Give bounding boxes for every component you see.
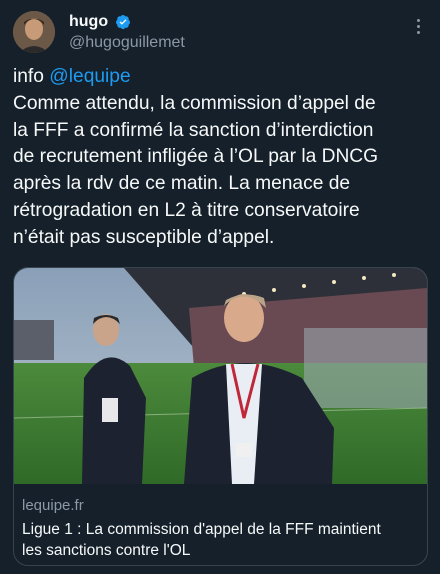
- link-title[interactable]: Ligue 1 : La commission d'appel de la FF…: [22, 519, 422, 561]
- link-title-line: les sanctions contre l'OL: [22, 542, 191, 559]
- more-options-icon[interactable]: [415, 19, 421, 37]
- link-preview-card[interactable]: lequipe.fr Ligue 1 : La commission d'app…: [13, 267, 428, 566]
- link-title-line: Ligue 1 : La commission d'appel de la FF…: [22, 521, 381, 538]
- link-domain[interactable]: lequipe.fr: [22, 497, 84, 514]
- tweet-line: n’était pas susceptible d’appel.: [13, 226, 275, 248]
- tweet-text: info @lequipe Comme attendu, la commissi…: [13, 64, 433, 252]
- user-avatar-icon: [13, 11, 55, 53]
- tweet-header: hugo @hugoguillemet: [13, 11, 427, 57]
- tweet-line: après la rdv de ce matin. La menace de: [13, 173, 351, 195]
- tweet-line: de recrutement infligée à l’OL par la DN…: [13, 146, 379, 168]
- mention-link[interactable]: @lequipe: [49, 66, 130, 87]
- avatar[interactable]: [13, 11, 55, 53]
- display-name[interactable]: hugo: [69, 13, 108, 31]
- tweet-line: Comme attendu, la commission d’appel de: [13, 92, 376, 114]
- tweet-line: rétrogradation en L2 à titre conservatoi…: [13, 199, 360, 221]
- user-handle[interactable]: @hugoguillemet: [69, 34, 185, 52]
- tweet-prefix: info: [13, 66, 50, 87]
- verified-badge-icon: [116, 15, 130, 30]
- article-photo[interactable]: [14, 268, 427, 484]
- tweet-first-line: info @lequipe: [13, 64, 433, 91]
- tweet-line: la FFF a confirmé la sanction d’interdic…: [13, 119, 374, 141]
